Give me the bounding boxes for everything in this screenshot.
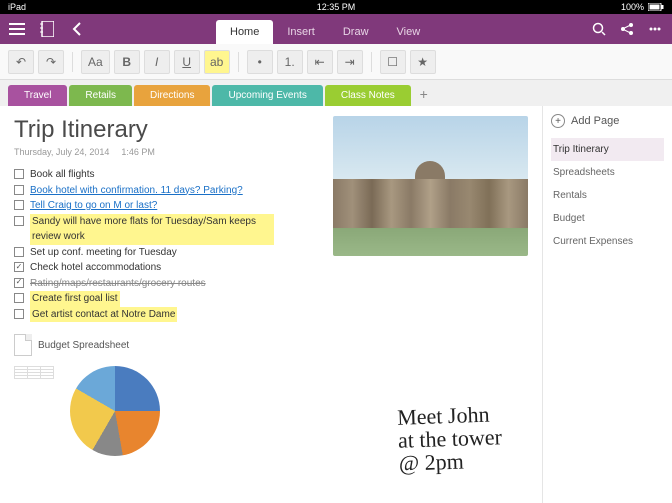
checkbox-icon[interactable] [14, 309, 24, 319]
page-list-item[interactable]: Current Expenses [551, 230, 664, 253]
section-tabs: Travel Retails Directions Upcoming Event… [0, 80, 672, 106]
checkbox-icon[interactable] [14, 169, 24, 179]
plus-icon: + [551, 114, 565, 128]
font-button[interactable]: Aa [81, 50, 110, 74]
back-button[interactable] [66, 18, 88, 40]
check-text[interactable]: Check hotel accommodations [30, 260, 161, 276]
bold-button[interactable]: B [114, 50, 140, 74]
checkbox-icon[interactable] [14, 293, 24, 303]
clock-label: 12:35 PM [317, 3, 356, 12]
page-list-item[interactable]: Rentals [551, 184, 664, 207]
share-button[interactable] [616, 18, 638, 40]
attachment-label: Budget Spreadsheet [38, 340, 129, 351]
outdent-button[interactable]: ⇤ [307, 50, 333, 74]
italic-button[interactable]: I [144, 50, 170, 74]
battery-icon [648, 3, 664, 11]
pie-chart[interactable] [70, 366, 190, 466]
checkbox-icon[interactable] [14, 262, 24, 272]
indent-button[interactable]: ⇥ [337, 50, 363, 74]
check-text[interactable]: Get artist contact at Notre Dame [30, 307, 177, 323]
page-list-item[interactable]: Trip Itinerary [551, 138, 664, 161]
main-area: Trip Itinerary Thursday, July 24, 2014 1… [0, 106, 672, 503]
check-item[interactable]: Rating/maps/restaurants/grocery routes [14, 276, 274, 292]
file-attachment[interactable]: Budget Spreadsheet [14, 334, 528, 356]
underline-button[interactable]: U [174, 50, 200, 74]
mini-table[interactable] [14, 366, 54, 379]
page-date: Thursday, July 24, 2014 [14, 147, 109, 157]
checkbox-icon[interactable] [14, 216, 24, 226]
check-item[interactable]: Set up conf. meeting for Tuesday [14, 245, 274, 261]
separator [371, 52, 372, 72]
separator [72, 52, 73, 72]
page-list-pane: + Add Page Trip Itinerary Spreadsheets R… [542, 106, 672, 503]
checklist[interactable]: Book all flights Book hotel with confirm… [14, 167, 274, 322]
check-text[interactable]: Create first goal list [30, 291, 120, 307]
checkbox-icon[interactable] [14, 247, 24, 257]
search-button[interactable] [588, 18, 610, 40]
bullets-button[interactable]: • [247, 50, 273, 74]
page-list-item[interactable]: Spreadsheets [551, 161, 664, 184]
ink-note[interactable]: Meet John at the tower @ 2pm [397, 402, 503, 475]
check-text[interactable]: Book hotel with confirmation. 11 days? P… [30, 183, 243, 199]
page-canvas[interactable]: Trip Itinerary Thursday, July 24, 2014 1… [0, 106, 542, 503]
tag-button[interactable]: ★ [410, 50, 436, 74]
section-tab-directions[interactable]: Directions [134, 85, 210, 106]
inserted-photo[interactable] [333, 116, 528, 256]
photo-building-region [333, 179, 528, 228]
page-time: 1:46 PM [121, 147, 155, 157]
tab-home[interactable]: Home [216, 20, 273, 44]
add-page-label: Add Page [571, 115, 619, 127]
section-tab-travel[interactable]: Travel [8, 85, 67, 106]
check-text[interactable]: Tell Craig to go on M or last? [30, 198, 157, 214]
battery-label: 100% [621, 2, 644, 12]
notebook-icon[interactable] [36, 18, 58, 40]
section-tab-classnotes[interactable]: Class Notes [325, 85, 411, 106]
numbering-button[interactable]: 1. [277, 50, 303, 74]
add-section-button[interactable]: + [413, 82, 435, 106]
tab-view[interactable]: View [383, 20, 435, 44]
table-row [15, 376, 54, 379]
more-button[interactable] [644, 18, 666, 40]
ribbon-toolbar: ↶ ↷ Aa B I U ab • 1. ⇤ ⇥ ☐ ★ [0, 44, 672, 80]
carrier-label: iPad [8, 2, 26, 12]
photo-water-region [333, 228, 528, 256]
check-item[interactable]: Book hotel with confirmation. 11 days? P… [14, 183, 274, 199]
check-item[interactable]: Book all flights [14, 167, 274, 183]
section-tab-retails[interactable]: Retails [69, 85, 132, 106]
check-text[interactable]: Book all flights [30, 167, 94, 183]
page-list-item[interactable]: Budget [551, 207, 664, 230]
check-item[interactable]: Sandy will have more flats for Tuesday/S… [14, 214, 274, 245]
check-text[interactable]: Sandy will have more flats for Tuesday/S… [30, 214, 274, 245]
check-item[interactable]: Create first goal list [14, 291, 274, 307]
check-item[interactable]: Check hotel accommodations [14, 260, 274, 276]
tab-insert[interactable]: Insert [273, 20, 329, 44]
section-tab-events[interactable]: Upcoming Events [212, 85, 322, 106]
checkbox-icon[interactable] [14, 185, 24, 195]
ribbon-tabs: Home Insert Draw View [216, 14, 580, 44]
tab-draw[interactable]: Draw [329, 20, 383, 44]
checkbox-icon[interactable] [14, 278, 24, 288]
redo-button[interactable]: ↷ [38, 50, 64, 74]
checkbox-icon[interactable] [14, 200, 24, 210]
undo-button[interactable]: ↶ [8, 50, 34, 74]
check-text[interactable]: Set up conf. meeting for Tuesday [30, 245, 177, 261]
highlight-button[interactable]: ab [204, 50, 230, 74]
pie-chart-disc [70, 366, 160, 456]
todo-tag-button[interactable]: ☐ [380, 50, 406, 74]
add-page-button[interactable]: + Add Page [551, 114, 664, 128]
file-icon [14, 334, 32, 356]
header-actions [588, 18, 666, 40]
separator [238, 52, 239, 72]
check-text[interactable]: Rating/maps/restaurants/grocery routes [30, 276, 206, 292]
check-item[interactable]: Tell Craig to go on M or last? [14, 198, 274, 214]
device-statusbar: iPad 12:35 PM 100% [0, 0, 672, 14]
check-item[interactable]: Get artist contact at Notre Dame [14, 307, 274, 323]
app-header: Home Insert Draw View [0, 14, 672, 44]
menu-button[interactable] [6, 18, 28, 40]
